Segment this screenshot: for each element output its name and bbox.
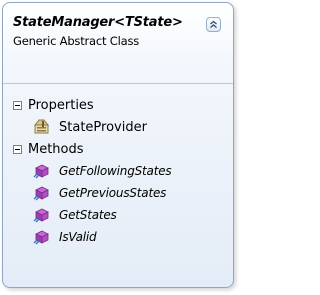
class-header: StateManager<TState> Generic Abstract Cl… [3,3,233,73]
method-icon [33,208,49,223]
method-icon [33,164,49,179]
chevron-up-icon [210,20,217,28]
section-label: Methods [28,141,84,157]
method-name: GetStates [59,208,117,222]
property-icon [33,119,50,134]
section-properties[interactable]: Properties [3,94,233,116]
method-item[interactable]: GetFollowingStates [3,160,233,182]
method-name: GetPreviousStates [59,186,167,200]
method-item[interactable]: IsValid [3,226,233,248]
property-name: StateProvider [59,119,147,135]
class-shape[interactable]: StateManager<TState> Generic Abstract Cl… [2,2,234,288]
section-methods[interactable]: Methods [3,138,233,160]
method-item[interactable]: GetStates [3,204,233,226]
collapse-button[interactable] [206,17,221,32]
collapse-toggle-icon[interactable] [13,100,22,110]
method-name: GetFollowingStates [59,164,172,178]
method-icon [33,230,49,245]
collapse-toggle-icon[interactable] [13,144,22,154]
method-icon [33,186,49,201]
property-item[interactable]: StateProvider [3,116,233,138]
class-subtitle: Generic Abstract Class [13,34,140,48]
method-name: IsValid [59,230,97,244]
method-item[interactable]: GetPreviousStates [3,182,233,204]
class-title: StateManager<TState> [13,15,183,30]
section-label: Properties [28,97,94,113]
